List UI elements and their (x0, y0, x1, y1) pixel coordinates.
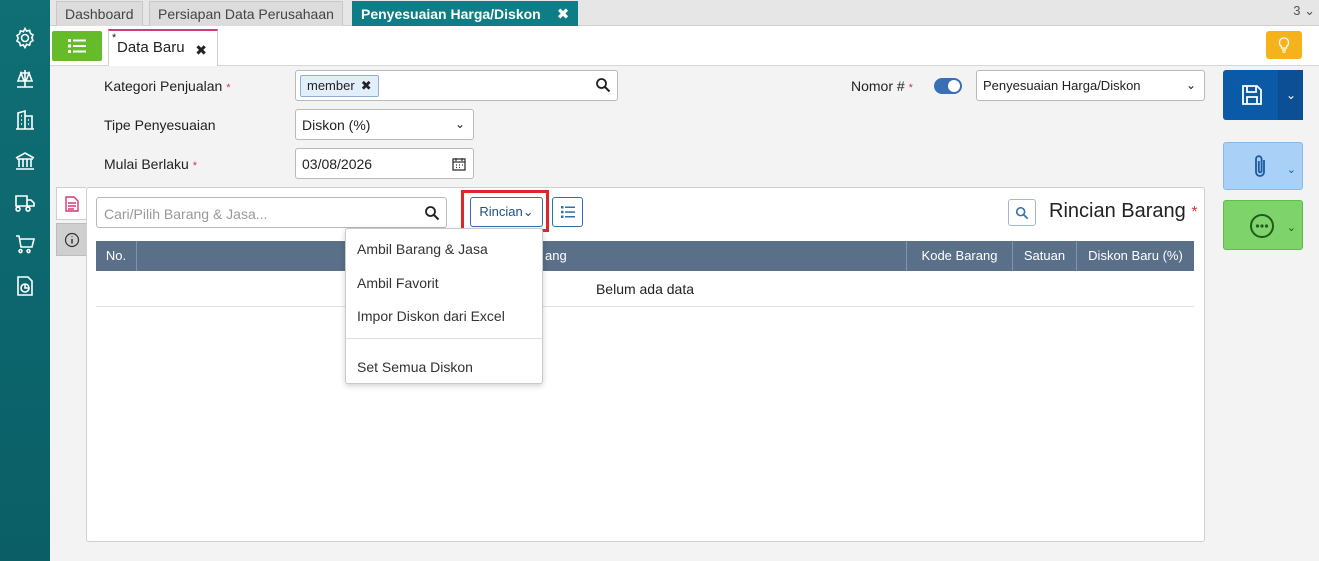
document-tab-bar: * Data Baru ✖ (50, 26, 1319, 66)
list-icon (560, 206, 575, 218)
tab-label: Data Baru (117, 39, 185, 56)
list-view-button[interactable] (552, 197, 583, 227)
menu-item-impor-diskon[interactable]: Impor Diskon dari Excel (357, 308, 505, 324)
column-header-kode-barang[interactable]: Kode Barang (907, 241, 1013, 271)
search-icon[interactable] (424, 205, 440, 221)
select-value: Penyesuaian Harga/Diskon (983, 78, 1141, 93)
mulai-berlaku-date[interactable]: 03/08/2026 (295, 148, 474, 179)
kategori-penjualan-label: Kategori Penjualan * (104, 78, 231, 94)
menu-item-ambil-barang[interactable]: Ambil Barang & Jasa (357, 241, 488, 257)
info-icon (64, 232, 79, 247)
chevron-down-icon: ⌄ (1185, 78, 1196, 92)
report-icon[interactable] (12, 273, 38, 299)
save-icon (1242, 85, 1262, 105)
truck-icon[interactable] (12, 190, 38, 216)
menu-item-ambil-favorit[interactable]: Ambil Favorit (357, 275, 439, 291)
unsaved-marker: * (112, 32, 117, 44)
chevron-down-icon: ⌄ (522, 204, 534, 219)
calendar-icon[interactable] (452, 157, 466, 171)
nomor-select[interactable]: Penyesuaian Harga/Diskon ⌄ (976, 70, 1205, 101)
rincian-dropdown-menu: Ambil Barang & Jasa Ambil Favorit Impor … (345, 228, 543, 384)
close-icon[interactable]: ✖ (195, 42, 207, 59)
paperclip-icon (1255, 155, 1265, 177)
kategori-penjualan-input[interactable]: member ✖ (295, 70, 618, 101)
chevron-down-icon: ⌄ (1286, 222, 1296, 234)
column-header-satuan[interactable]: Satuan (1013, 241, 1077, 271)
remove-chip-icon[interactable]: ✖ (361, 78, 372, 93)
document-icon (64, 195, 79, 212)
find-in-table-button[interactable] (1008, 199, 1036, 226)
rincian-dropdown-button[interactable]: Rincian⌄ (470, 197, 543, 227)
tab-dashboard[interactable]: Dashboard (56, 1, 143, 26)
nomor-label: Nomor # * (851, 78, 913, 94)
menu-item-set-semua-diskon[interactable]: Set Semua Diskon (357, 359, 473, 375)
more-actions-button[interactable]: ⌄ (1223, 200, 1303, 250)
tab-count: 3 (1293, 3, 1301, 18)
empty-table-message: Belum ada data (96, 271, 1194, 307)
search-icon (1015, 206, 1029, 219)
item-search-input[interactable]: Cari/Pilih Barang & Jasa... (96, 197, 447, 228)
tab-label: Dashboard (65, 6, 134, 22)
column-header-no[interactable]: No. (96, 241, 137, 271)
scale-icon[interactable] (12, 66, 38, 92)
gear-icon[interactable] (12, 25, 38, 51)
tipe-penyesuaian-label: Tipe Penyesuaian (104, 117, 216, 133)
more-icon (1250, 214, 1274, 238)
nomor-auto-toggle[interactable] (934, 78, 962, 94)
tab-label: Persiapan Data Perusahaan (158, 6, 334, 22)
module-tab-bar: Dashboard Persiapan Data Perusahaan Peny… (50, 0, 1319, 26)
left-sidebar (0, 0, 50, 561)
chevron-down-icon: ⌄ (454, 117, 465, 131)
tab-count-dropdown[interactable]: 3 ⌄ (1293, 3, 1315, 19)
mulai-berlaku-label: Mulai Berlaku * (104, 156, 197, 172)
close-icon[interactable]: ✖ (557, 6, 570, 23)
tab-info[interactable] (56, 223, 86, 256)
list-menu-button[interactable] (52, 31, 102, 61)
tipe-penyesuaian-select[interactable]: Diskon (%) ⌄ (295, 109, 474, 140)
cart-icon[interactable] (12, 231, 38, 257)
save-button[interactable]: ⌄ (1223, 70, 1303, 120)
list-icon (68, 39, 86, 53)
chevron-down-icon: ⌄ (1304, 3, 1315, 18)
search-placeholder: Cari/Pilih Barang & Jasa... (104, 206, 268, 222)
attachment-button[interactable]: ⌄ (1223, 142, 1303, 190)
chevron-down-icon: ⌄ (1286, 164, 1296, 176)
search-icon[interactable] (595, 77, 611, 93)
save-options-toggle[interactable]: ⌄ (1278, 70, 1303, 120)
tab-persiapan-data[interactable]: Persiapan Data Perusahaan (149, 1, 343, 26)
select-value: Diskon (%) (302, 117, 371, 133)
table-header: No. ang Kode Barang Satuan Diskon Baru (… (96, 241, 1194, 271)
rincian-label: Rincian (479, 204, 523, 219)
tips-button[interactable] (1266, 31, 1302, 59)
panel-title: Rincian Barang * (1049, 200, 1198, 222)
kategori-chip: member ✖ (300, 75, 379, 97)
building-icon[interactable] (12, 107, 38, 133)
bank-icon[interactable] (12, 148, 38, 174)
chevron-down-icon: ⌄ (1285, 88, 1297, 102)
menu-divider (346, 338, 542, 339)
tab-data-baru[interactable]: * Data Baru ✖ (108, 29, 218, 66)
tab-penyesuaian-harga[interactable]: Penyesuaian Harga/Diskon ✖ (352, 1, 579, 26)
date-value: 03/08/2026 (302, 156, 373, 172)
column-header-diskon-baru[interactable]: Diskon Baru (%) (1077, 241, 1194, 271)
tab-label: Penyesuaian Harga/Diskon (361, 6, 541, 22)
lightbulb-icon (1278, 37, 1290, 53)
tab-detail-items[interactable] (56, 187, 86, 220)
